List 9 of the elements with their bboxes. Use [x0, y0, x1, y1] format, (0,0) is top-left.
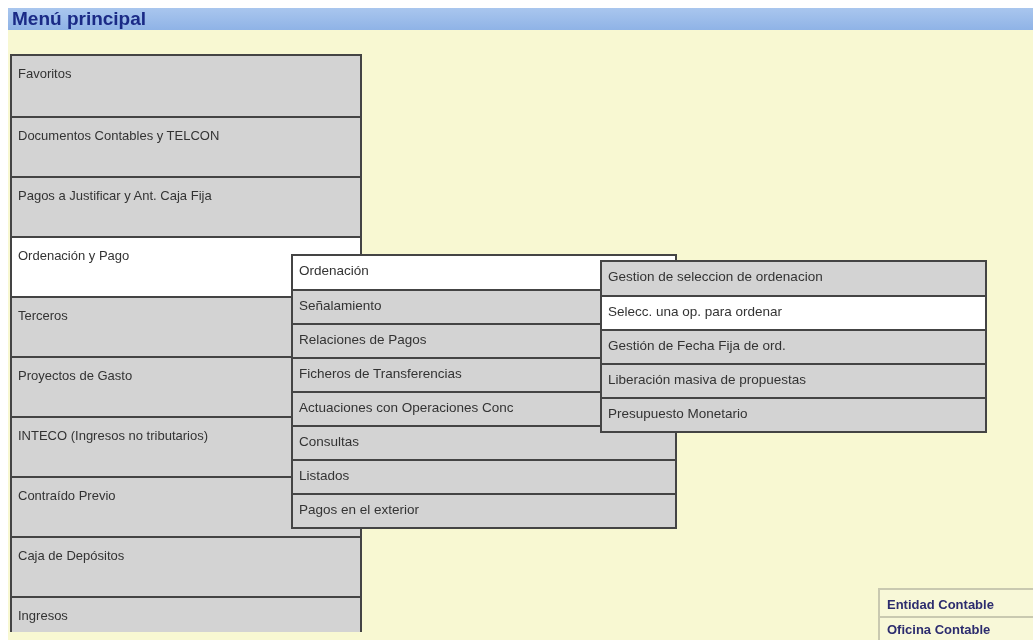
menu-item[interactable]: Caja de Depósitos — [12, 536, 360, 596]
menu-item[interactable]: Pagos a Justificar y Ant. Caja Fija — [12, 176, 360, 236]
menu-item[interactable]: Favoritos — [12, 56, 360, 116]
field-label: Oficina Contable — [887, 622, 991, 637]
menu-item[interactable]: Documentos Contables y TELCON — [12, 116, 360, 176]
menu-item[interactable]: Selecc. una op. para ordenar — [602, 295, 985, 329]
page-title: Menú principal — [12, 8, 147, 30]
field-label: Entidad Contable — [887, 597, 994, 612]
menu-item[interactable]: Ingresos — [12, 596, 360, 632]
